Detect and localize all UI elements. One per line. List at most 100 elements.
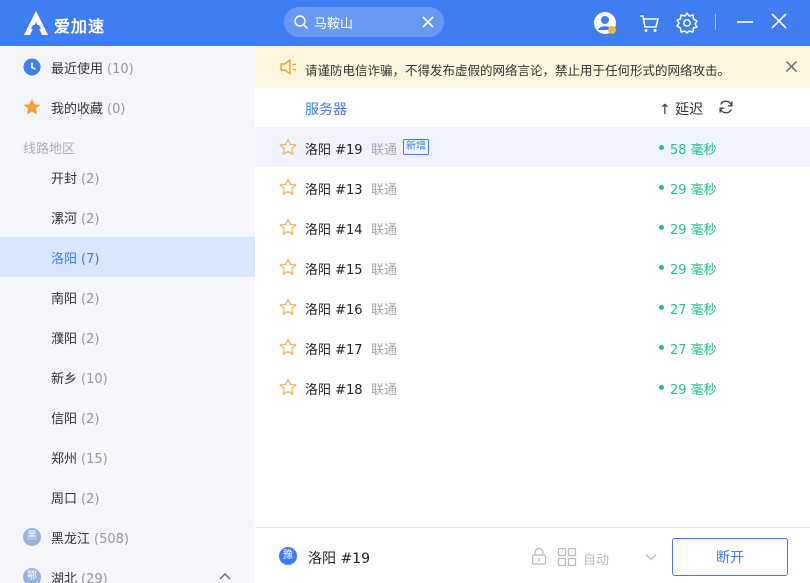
sidebar-item-xinyang[interactable]: 信阳 (2)	[0, 397, 255, 437]
app-name: 爱加速	[54, 17, 106, 36]
notice-text: 请谨防电信诈骗，不得发布虚假的网络言论，禁止用于任何形式的网络攻击。	[305, 63, 731, 78]
search-box[interactable]	[284, 7, 444, 37]
server-row[interactable]: 洛阳 #16 联通 27 毫秒	[255, 287, 810, 327]
cart-icon[interactable]	[637, 11, 661, 35]
avatar-icon[interactable]	[593, 11, 617, 35]
sidebar-item-nanyang[interactable]: 南阳 (2)	[0, 277, 255, 317]
search-input[interactable]	[314, 12, 414, 32]
clock-icon	[23, 58, 41, 76]
status-dot	[659, 145, 664, 150]
close-icon[interactable]	[767, 11, 791, 35]
sidebar-item-zhoukou[interactable]: 周口 (2)	[0, 477, 255, 517]
server-list-header: 服务器 ↑ 延迟	[255, 88, 810, 126]
status-dot	[659, 345, 664, 350]
server-row[interactable]: 洛阳 #14 联通 29 毫秒	[255, 207, 810, 247]
star-icon[interactable]	[279, 338, 297, 356]
star-icon[interactable]	[279, 378, 297, 396]
server-line: 联通	[371, 223, 398, 238]
sidebar-item-label: 周口 (2)	[51, 492, 100, 507]
server-latency: 27 毫秒	[670, 303, 717, 318]
server-latency: 29 毫秒	[670, 383, 717, 398]
province-badge: 鄂	[23, 568, 41, 583]
minimize-icon[interactable]	[733, 11, 757, 35]
server-line: 联通	[371, 383, 398, 398]
server-line: 联通	[371, 263, 398, 278]
section-label: 线路地区	[23, 142, 76, 157]
server-latency: 27 毫秒	[670, 343, 717, 358]
server-name: 洛阳 #17	[305, 343, 363, 358]
sidebar-item-favorites[interactable]: 我的收藏 (0)	[0, 87, 255, 127]
star-icon[interactable]	[279, 258, 297, 276]
server-latency: 29 毫秒	[670, 183, 717, 198]
column-server[interactable]: 服务器	[305, 99, 347, 119]
sidebar-item-label: 洛阳 (7)	[51, 252, 100, 267]
logo-icon	[24, 11, 48, 35]
sidebar-item-xinxiang[interactable]: 新乡 (10)	[0, 357, 255, 397]
sidebar-item-hubei[interactable]: 鄂 湖北 (29)	[0, 557, 255, 583]
server-row[interactable]: 洛阳 #13 联通 29 毫秒	[255, 167, 810, 207]
status-dot	[659, 185, 664, 190]
sidebar-item-recent[interactable]: 最近使用 (10)	[0, 47, 255, 87]
server-row[interactable]: 洛阳 #19 联通 新增 58 毫秒	[255, 127, 810, 167]
server-name: 洛阳 #13	[305, 183, 363, 198]
server-row[interactable]: 洛阳 #18 联通 29 毫秒	[255, 367, 810, 407]
sidebar-item-label: 湖北 (29)	[51, 572, 108, 583]
server-name: 洛阳 #19	[305, 143, 363, 158]
sidebar-item-label: 信阳 (2)	[51, 412, 100, 427]
sidebar-item-heilongjiang[interactable]: 黑 黑龙江 (508)	[0, 517, 255, 557]
notice-bar: 请谨防电信诈骗，不得发布虚假的网络言论，禁止用于任何形式的网络攻击。	[255, 46, 810, 88]
mode-select-value[interactable]: 自动	[583, 549, 609, 568]
server-name: 洛阳 #14	[305, 223, 363, 238]
sidebar-item-puyang[interactable]: 濮阳 (2)	[0, 317, 255, 357]
sidebar-item-label: 漯河 (2)	[51, 212, 100, 227]
star-icon	[23, 98, 41, 115]
sidebar-item-kaifeng[interactable]: 开封 (2)	[0, 157, 255, 197]
server-line: 联通	[371, 303, 398, 318]
server-name: 洛阳 #16	[305, 303, 363, 318]
star-icon[interactable]	[279, 298, 297, 316]
sidebar-item-label: 最近使用 (10)	[51, 62, 134, 77]
sidebar-item-luoyang[interactable]: 洛阳 (7)	[0, 237, 255, 277]
server-name: 洛阳 #18	[305, 383, 363, 398]
gear-icon[interactable]	[675, 11, 699, 35]
status-dot	[659, 385, 664, 390]
title-divider	[715, 14, 716, 30]
sidebar-item-luohe[interactable]: 漯河 (2)	[0, 197, 255, 237]
server-latency: 29 毫秒	[670, 223, 717, 238]
lock-icon[interactable]	[530, 547, 548, 565]
sidebar-item-zhengzhou[interactable]: 郑州 (15)	[0, 437, 255, 477]
chevron-down-icon[interactable]	[645, 552, 657, 562]
sidebar-item-label: 郑州 (15)	[51, 452, 108, 467]
close-icon[interactable]	[785, 60, 798, 73]
grid-icon[interactable]	[557, 547, 577, 567]
status-dot	[659, 225, 664, 230]
server-row[interactable]: 洛阳 #17 联通 27 毫秒	[255, 327, 810, 367]
server-latency: 58 毫秒	[670, 143, 717, 158]
chevron-up-icon[interactable]	[219, 571, 231, 583]
server-latency: 29 毫秒	[670, 263, 717, 278]
server-line: 联通	[371, 183, 398, 198]
column-latency-sort[interactable]: ↑ 延迟	[659, 99, 703, 119]
sidebar-item-label: 开封 (2)	[51, 172, 100, 187]
province-badge: 黑	[23, 528, 41, 546]
new-badge: 新增	[403, 139, 429, 155]
refresh-icon[interactable]	[718, 99, 734, 115]
sidebar: 最近使用 (10) 我的收藏 (0) 线路地区 开封 (2) 漯河 (2) 洛阳 (7) …	[0, 46, 255, 583]
star-icon[interactable]	[279, 178, 297, 196]
clear-icon[interactable]	[421, 15, 435, 29]
current-server-name: 洛阳 #19	[308, 551, 370, 567]
server-line: 联通	[371, 143, 398, 158]
speaker-icon	[280, 59, 297, 75]
server-row[interactable]: 洛阳 #15 联通 29 毫秒	[255, 247, 810, 287]
province-badge: 豫	[279, 547, 297, 565]
title-bar: 爱加速	[0, 0, 810, 46]
connection-bar: 豫 洛阳 #19 自动 断开	[255, 527, 810, 583]
status-dot	[659, 305, 664, 310]
star-icon[interactable]	[279, 218, 297, 236]
sidebar-item-label: 新乡 (10)	[51, 372, 108, 387]
disconnect-button[interactable]: 断开	[672, 538, 788, 576]
sidebar-item-label: 黑龙江 (508)	[51, 532, 129, 547]
star-icon[interactable]	[279, 138, 297, 156]
sidebar-item-label: 南阳 (2)	[51, 292, 100, 307]
server-line: 联通	[371, 343, 398, 358]
